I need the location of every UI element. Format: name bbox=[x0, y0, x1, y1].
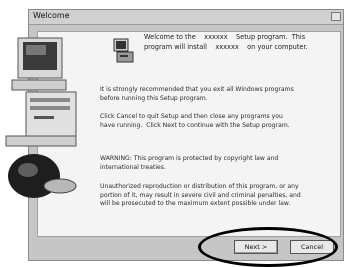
exit-programs-text: It is strongly recommended that you exit… bbox=[100, 86, 294, 102]
highlight-ellipse bbox=[198, 227, 338, 267]
setup-computer-icon bbox=[113, 38, 134, 63]
welcome-text: Welcome to the xxxxxx Setup program. Thi… bbox=[144, 33, 308, 51]
computer-illustration bbox=[5, 37, 77, 198]
unauthorized-use-text: Unauthorized reproduction or distributio… bbox=[100, 183, 301, 208]
title-bar[interactable]: Welcome bbox=[29, 10, 343, 25]
close-button[interactable] bbox=[331, 12, 341, 21]
cancel-next-instructions: Click Cancel to quit Setup and then clos… bbox=[100, 113, 290, 129]
copyright-warning-text: WARNING: This program is protected by co… bbox=[100, 155, 279, 171]
window-title: Welcome bbox=[33, 11, 70, 20]
